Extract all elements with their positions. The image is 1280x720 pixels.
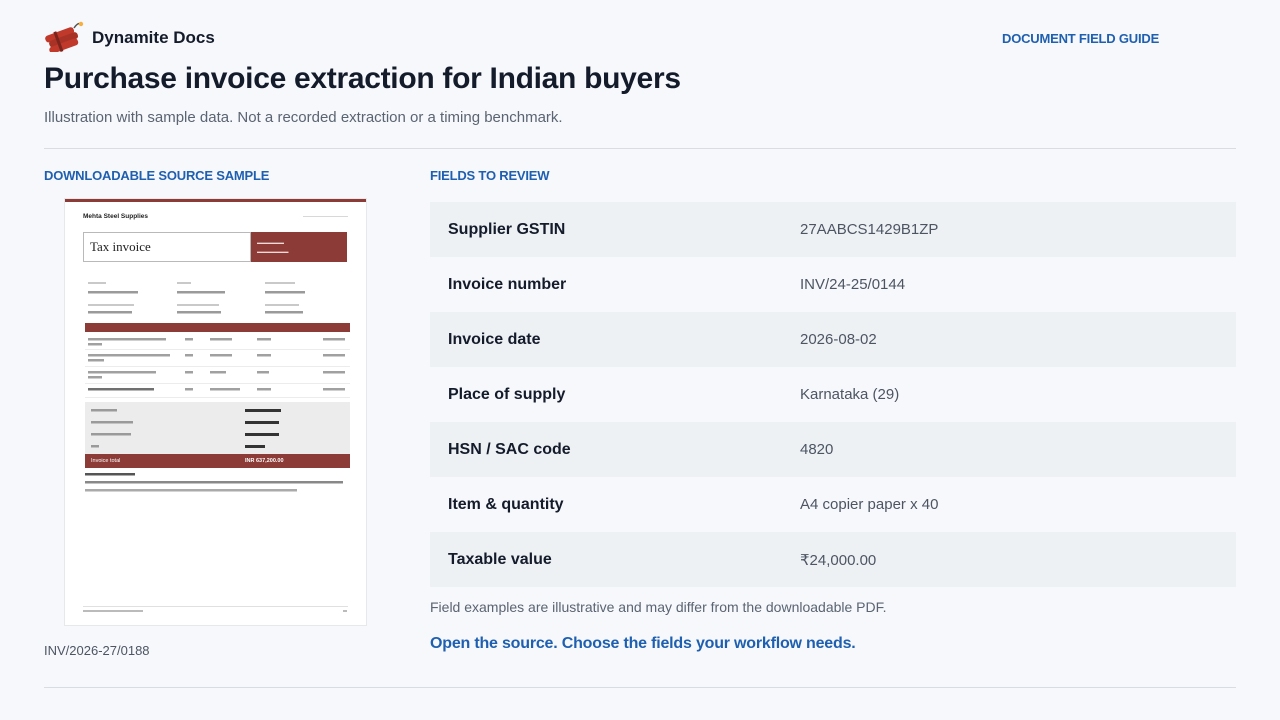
- preview-invoice-total-value: INR 637,200.00: [245, 458, 284, 464]
- preview-title: Tax invoice: [90, 239, 151, 254]
- page-subtitle: Illustration with sample data. Not a rec…: [44, 109, 563, 126]
- source-document-id: INV/2026-27/0188: [44, 643, 150, 658]
- preview-supplier: Mehta Steel Supplies: [83, 213, 149, 220]
- field-name: Taxable value: [448, 550, 552, 568]
- document-field-guide-link[interactable]: DOCUMENT FIELD GUIDE: [1002, 31, 1159, 46]
- field-row: Supplier GSTIN 27AABCS1429B1ZP: [430, 202, 1236, 257]
- field-value: 4820: [800, 441, 834, 458]
- preview-title-accent: ▬▬▬▬▬▬ ▬▬▬▬▬▬▬: [251, 232, 347, 262]
- open-source-cta-link[interactable]: Open the source. Choose the fields your …: [430, 635, 856, 653]
- preview-footer: [83, 610, 347, 612]
- fields-disclaimer: Field examples are illustrative and may …: [430, 599, 887, 615]
- fields-section-label: FIELDS TO REVIEW: [430, 168, 550, 183]
- preview-header-meta: ——————————: [303, 214, 348, 219]
- fields-table: Supplier GSTIN 27AABCS1429B1ZP Invoice n…: [430, 202, 1236, 587]
- dynamite-icon: [45, 21, 84, 52]
- field-row: HSN / SAC code 4820: [430, 422, 1236, 477]
- field-row: Invoice date 2026-08-02: [430, 312, 1236, 367]
- bottom-divider: [44, 687, 1236, 688]
- source-document-preview[interactable]: Mehta Steel Supplies —————————— Tax invo…: [65, 199, 366, 625]
- brand-name: Dynamite Docs: [92, 28, 215, 47]
- preview-footer-divider: [83, 606, 348, 607]
- field-name: Item & quantity: [448, 495, 564, 513]
- field-value: Karnataka (29): [800, 386, 900, 403]
- preview-title-box: Tax invoice: [83, 232, 251, 262]
- field-row: Invoice number INV/24-25/0144: [430, 257, 1236, 312]
- field-row: Place of supply Karnataka (29): [430, 367, 1236, 422]
- field-name: Invoice number: [448, 275, 567, 293]
- page-title: Purchase invoice extraction for Indian b…: [44, 62, 681, 95]
- field-name: Invoice date: [448, 330, 541, 348]
- field-value: 27AABCS1429B1ZP: [800, 221, 939, 238]
- preview-invoice-total: Invoice total INR 637,200.00: [85, 454, 350, 468]
- preview-references: [85, 473, 343, 492]
- field-name: HSN / SAC code: [448, 440, 571, 458]
- preview-line-items: [85, 338, 350, 398]
- field-value: 2026-08-02: [800, 331, 877, 348]
- field-value: ₹24,000.00: [800, 551, 877, 569]
- preview-party-details: [88, 282, 305, 314]
- preview-totals-block: [85, 402, 350, 454]
- field-value: A4 copier paper x 40: [800, 496, 939, 513]
- source-section-label: DOWNLOADABLE SOURCE SAMPLE: [44, 168, 270, 183]
- field-row: Item & quantity A4 copier paper x 40: [430, 477, 1236, 532]
- field-row: Taxable value ₹24,000.00: [430, 532, 1236, 587]
- field-name: Supplier GSTIN: [448, 220, 566, 238]
- preview-table-header: [85, 323, 350, 332]
- field-value: INV/24-25/0144: [800, 276, 906, 293]
- preview-invoice-total-label: Invoice total: [91, 458, 121, 464]
- top-divider: [44, 148, 1236, 149]
- field-name: Place of supply: [448, 385, 566, 403]
